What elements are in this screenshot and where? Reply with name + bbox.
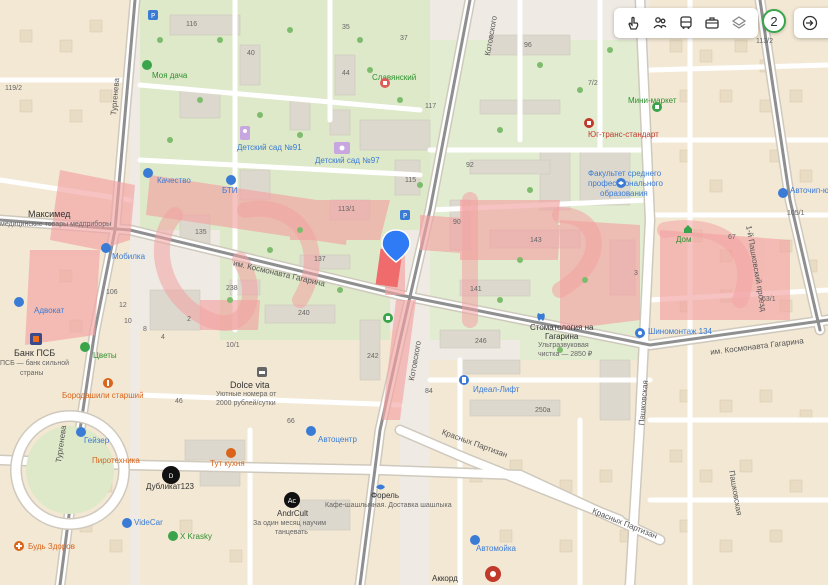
home-icon[interactable] [683, 224, 693, 234]
briefcase-icon [705, 17, 720, 29]
logo-andrcult-icon[interactable]: Ac [284, 492, 300, 508]
car-parts-icon[interactable] [778, 188, 788, 198]
car-wash-icon[interactable] [470, 535, 480, 545]
pharmacy-icon[interactable] [14, 541, 24, 551]
car-wash-icon[interactable] [76, 427, 86, 437]
kindergarten-icon[interactable] [334, 142, 350, 154]
logo-akkord-icon[interactable] [485, 566, 501, 582]
hand-touch-button[interactable] [622, 12, 644, 34]
bank-icon[interactable] [30, 333, 42, 345]
company-icon[interactable] [584, 118, 594, 128]
flower-icon[interactable] [80, 342, 90, 352]
map-view[interactable]: им. Космонавта Гагарина им. Космонавта Г… [0, 0, 828, 585]
parking-icon[interactable]: P [148, 10, 158, 20]
garden-icon[interactable] [142, 60, 152, 70]
transport-button[interactable] [675, 12, 697, 34]
store-icon[interactable] [143, 168, 153, 178]
logo-dublikat-icon[interactable]: D [162, 466, 180, 484]
parking-icon[interactable]: P [400, 210, 410, 220]
phone-shop-icon[interactable] [101, 243, 111, 253]
people-button[interactable] [649, 12, 671, 34]
map-toolbar [614, 8, 758, 38]
cafe-icon[interactable] [226, 448, 236, 458]
bus-icon [680, 16, 692, 29]
paint-shop-icon[interactable] [168, 531, 178, 541]
hotel-icon[interactable] [257, 367, 267, 377]
svg-text:Ac: Ac [288, 497, 297, 505]
layers-icon [731, 16, 746, 29]
login-button[interactable] [794, 8, 828, 38]
kindergarten-icon[interactable] [240, 126, 250, 140]
login-icon [802, 15, 818, 31]
restaurant-icon[interactable] [103, 378, 113, 388]
lawyer-icon[interactable] [14, 297, 24, 307]
bti-icon[interactable] [226, 175, 236, 185]
people-icon [653, 17, 667, 29]
grocery-icon[interactable] [652, 102, 662, 112]
svg-text:P: P [403, 212, 407, 220]
hand-touch-icon [628, 16, 639, 30]
car-service-icon[interactable] [122, 518, 132, 528]
tire-service-icon[interactable] [635, 328, 645, 338]
business-button[interactable] [701, 12, 723, 34]
svg-text:P: P [151, 12, 155, 20]
svg-text:D: D [169, 473, 174, 480]
dentist-icon[interactable] [536, 312, 546, 322]
car-center-icon[interactable] [306, 426, 316, 436]
notification-badge[interactable]: 2 [762, 9, 786, 33]
fish-icon[interactable] [375, 482, 387, 492]
map-base [0, 0, 828, 585]
shop-icon[interactable] [380, 78, 390, 88]
shop-icon[interactable] [383, 313, 393, 323]
layers-button[interactable] [728, 12, 750, 34]
education-icon[interactable] [616, 178, 626, 188]
elevator-icon[interactable] [459, 375, 469, 385]
